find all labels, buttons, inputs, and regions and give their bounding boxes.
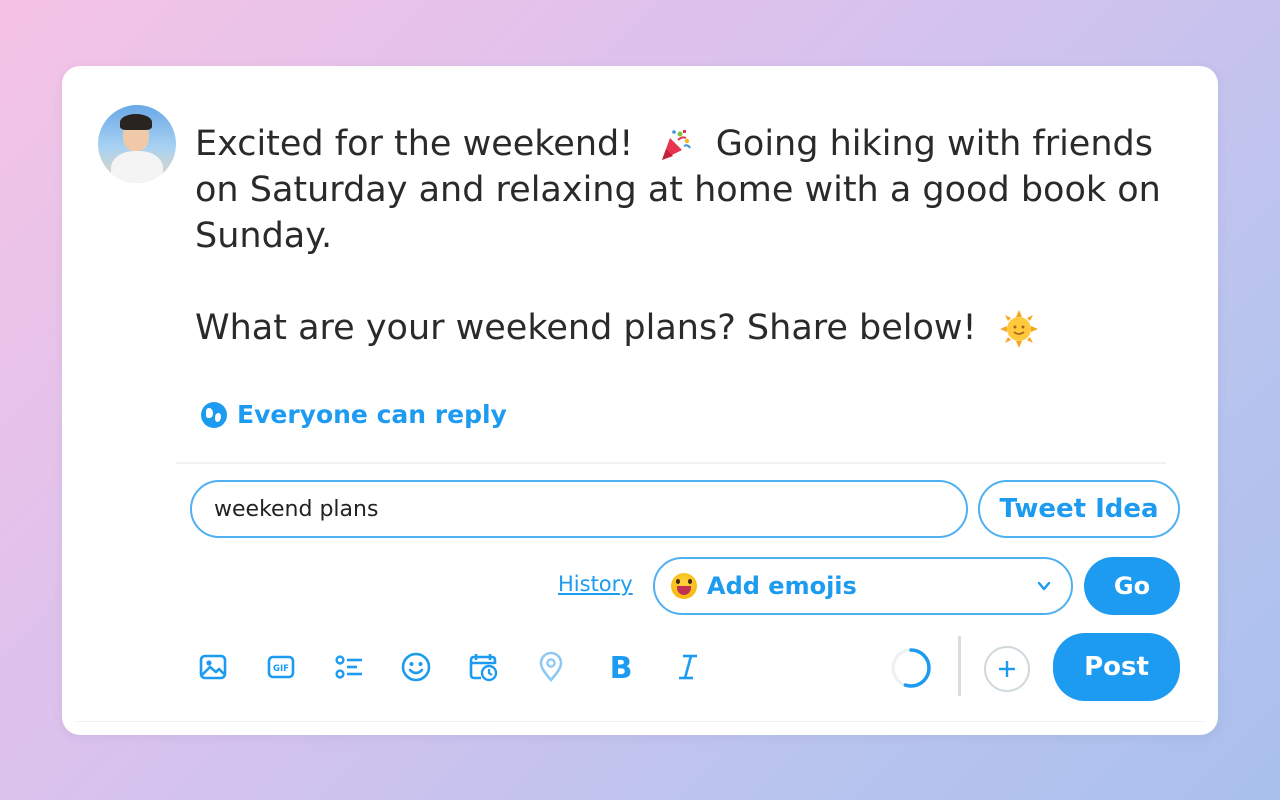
poll-icon[interactable] xyxy=(331,649,367,685)
avatar[interactable] xyxy=(98,105,176,183)
schedule-icon[interactable] xyxy=(465,649,501,685)
italic-icon[interactable] xyxy=(670,649,706,685)
tweet-line-1b: Going hiking with friends xyxy=(693,124,1153,164)
compose-card: Excited for the weekend! Going hiking wi… xyxy=(62,66,1218,735)
toolbar-separator xyxy=(958,636,961,696)
image-icon[interactable] xyxy=(195,649,231,685)
avatar-shirt xyxy=(111,151,163,183)
add-emojis-label: Add emojis xyxy=(707,572,857,600)
tweet-text[interactable]: Excited for the weekend! Going hiking wi… xyxy=(195,121,1175,351)
bottom-divider xyxy=(76,721,1204,722)
tweet-line-1: Excited for the weekend! xyxy=(195,124,656,164)
add-emojis-select[interactable]: Add emojis xyxy=(653,557,1073,615)
tweet-idea-button[interactable]: Tweet Idea xyxy=(978,480,1180,538)
history-link[interactable]: History xyxy=(558,572,633,596)
tweet-line-2: on Saturday and relaxing at home with a … xyxy=(195,170,1161,210)
globe-icon xyxy=(201,401,227,428)
character-count-progress xyxy=(891,648,931,688)
tweet-line-5: What are your weekend plans? Share below… xyxy=(195,308,999,348)
location-icon[interactable] xyxy=(533,649,569,685)
go-button[interactable]: Go xyxy=(1084,557,1180,615)
sun-with-face-icon xyxy=(999,310,1038,348)
party-popper-icon xyxy=(661,130,691,160)
tweet-line-3: Sunday. xyxy=(195,216,333,256)
svg-text:GIF: GIF xyxy=(273,664,289,674)
tweet-idea-input[interactable] xyxy=(190,480,968,538)
svg-text:B: B xyxy=(610,651,633,683)
add-thread-button[interactable] xyxy=(984,646,1030,692)
plus-icon xyxy=(999,661,1015,677)
post-button[interactable]: Post xyxy=(1053,633,1180,701)
avatar-hair xyxy=(120,114,152,130)
reply-setting-button[interactable]: Everyone can reply xyxy=(201,400,507,429)
divider xyxy=(176,462,1166,464)
emoji-icon[interactable] xyxy=(398,649,434,685)
gif-icon[interactable]: GIF xyxy=(263,649,299,685)
grinning-face-icon xyxy=(671,573,697,599)
chevron-down-icon xyxy=(1037,581,1051,591)
reply-setting-label: Everyone can reply xyxy=(237,400,507,429)
bold-icon[interactable]: B xyxy=(603,649,639,685)
